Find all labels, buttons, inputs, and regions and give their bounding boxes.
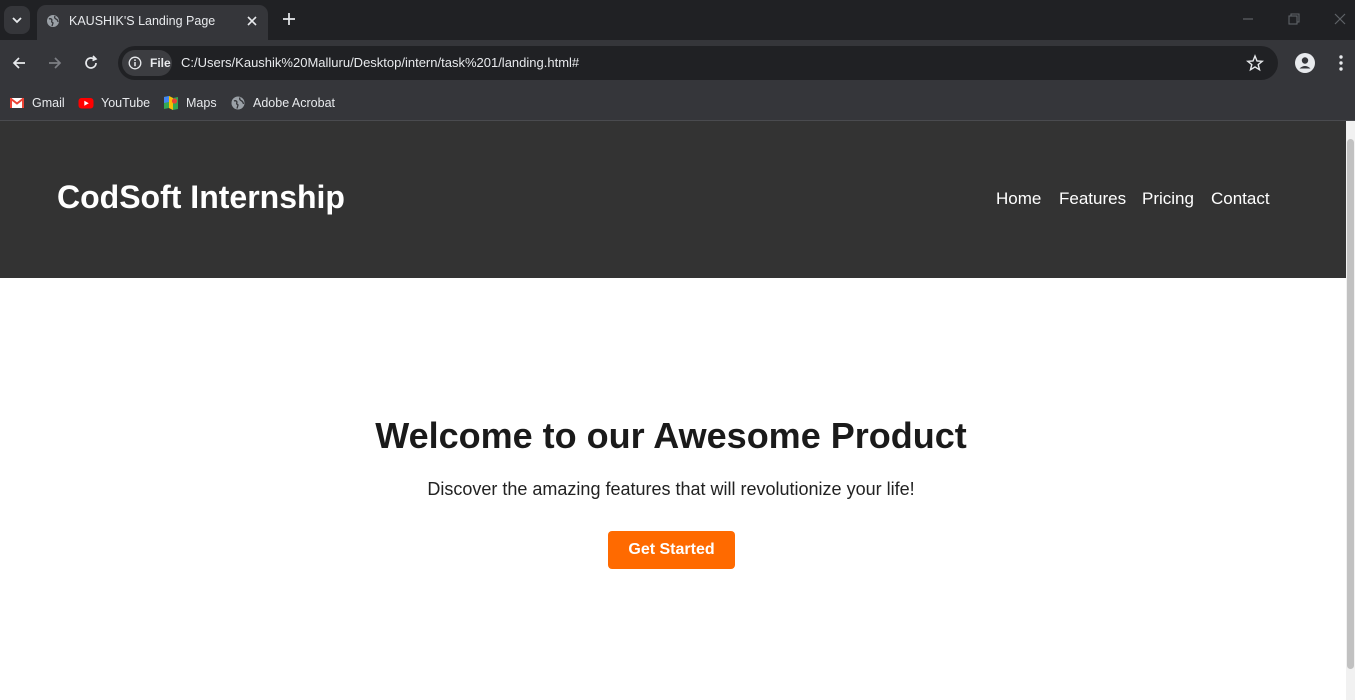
site-logo[interactable]: CodSoft Internship	[57, 179, 345, 216]
globe-icon	[47, 15, 59, 27]
bookmark-label: Gmail	[32, 96, 65, 110]
scheme-label: File	[150, 56, 171, 70]
page-scrollbar[interactable]	[1346, 121, 1355, 700]
forward-arrow-icon[interactable]	[45, 53, 65, 73]
tab-strip: KAUSHIK'S Landing Page	[0, 0, 1355, 40]
reload-icon[interactable]	[81, 53, 101, 73]
info-icon	[128, 56, 142, 70]
nav-link-features[interactable]: Features	[1059, 189, 1126, 209]
globe-icon	[231, 96, 245, 110]
profile-avatar-icon[interactable]	[1294, 52, 1316, 74]
kebab-menu-icon[interactable]	[1333, 53, 1349, 73]
bookmarks-bar: Gmail YouTube Maps Adobe Acrobat	[0, 86, 1355, 121]
nav-link-contact[interactable]: Contact	[1211, 189, 1270, 209]
bookmark-label: Maps	[186, 96, 217, 110]
browser-tab[interactable]: KAUSHIK'S Landing Page	[37, 5, 268, 40]
bookmark-adobe-acrobat[interactable]: Adobe Acrobat	[230, 93, 335, 113]
bookmark-youtube[interactable]: YouTube	[78, 93, 150, 113]
maps-icon	[164, 96, 178, 110]
restore-icon[interactable]	[1285, 10, 1303, 28]
bookmark-maps[interactable]: Maps	[163, 93, 217, 113]
site-info-chip[interactable]: File	[122, 50, 172, 76]
tab-title: KAUSHIK'S Landing Page	[69, 14, 216, 28]
minimize-icon[interactable]	[1239, 10, 1257, 28]
bookmark-label: YouTube	[101, 96, 151, 110]
scrollbar-thumb[interactable]	[1347, 139, 1354, 669]
page-viewport: CodSoft Internship Home Features Pricing…	[0, 121, 1346, 700]
youtube-icon	[78, 98, 94, 109]
browser-toolbar: File C:/Users/Kaushik%20Malluru/Desktop/…	[0, 40, 1355, 86]
nav-link-home[interactable]: Home	[996, 189, 1041, 209]
back-arrow-icon[interactable]	[9, 53, 29, 73]
gmail-icon	[9, 97, 25, 108]
bookmark-star-icon[interactable]	[1246, 54, 1264, 72]
nav-link-pricing[interactable]: Pricing	[1142, 189, 1194, 209]
close-icon[interactable]	[244, 13, 260, 29]
url-text[interactable]: C:/Users/Kaushik%20Malluru/Desktop/inter…	[181, 55, 579, 70]
new-tab-icon[interactable]	[280, 10, 298, 28]
site-header: CodSoft Internship Home Features Pricing…	[0, 121, 1346, 278]
chevron-down-icon	[12, 17, 22, 24]
close-window-icon[interactable]	[1331, 10, 1349, 28]
hero-subtitle: Discover the amazing features that will …	[427, 479, 915, 499]
bookmark-gmail[interactable]: Gmail	[9, 93, 65, 113]
tab-search-button[interactable]	[4, 6, 30, 34]
get-started-button[interactable]: Get Started	[608, 531, 735, 569]
bookmark-label: Adobe Acrobat	[253, 96, 336, 110]
hero-title: Welcome to our Awesome Product	[375, 415, 967, 456]
address-bar[interactable]: File C:/Users/Kaushik%20Malluru/Desktop/…	[118, 46, 1278, 80]
